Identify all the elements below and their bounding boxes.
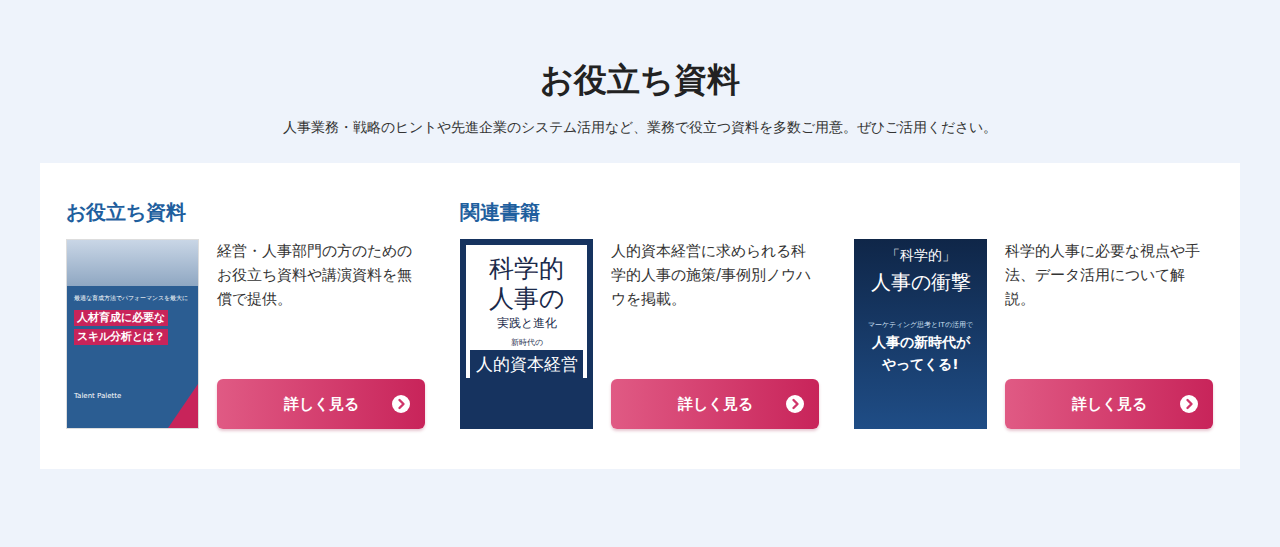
- page: お役立ち資料人事業務・戦略のヒントや先進企業のシステム活用など、業務で役立つ資料…: [0, 0, 1280, 547]
- card-description: 科学的人事に必要な視点や手法、データ活用について解説。: [1005, 239, 1213, 311]
- cover-text: 人的資本経営: [470, 350, 583, 378]
- resources-panel: お役立ち資料最適な育成方法でパフォーマンスを最大に人材育成に必要なスキル分析とは…: [40, 163, 1240, 469]
- details-button[interactable]: 詳しく見る: [217, 379, 425, 429]
- section-title: お役立ち資料: [40, 58, 1240, 102]
- corner-shape: [168, 384, 198, 428]
- cover-text: Talent Palette: [74, 392, 121, 400]
- cover-text: 実践と進化: [497, 315, 557, 331]
- arrow-circle-icon: [785, 394, 805, 414]
- cover-text: 新時代の: [511, 337, 543, 348]
- resource-card: 「科学的」人事の衝撃マーケティング思考とITの活用で人事の新時代がやってくる!科…: [854, 197, 1213, 429]
- cover-photo: [67, 240, 198, 286]
- card-heading: 関連書籍: [460, 197, 819, 227]
- details-button[interactable]: 詳しく見る: [1005, 379, 1213, 429]
- arrow-circle-icon: [391, 394, 411, 414]
- cover-thumbnail[interactable]: 「科学的」人事の衝撃マーケティング思考とITの活用で人事の新時代がやってくる!: [854, 239, 987, 429]
- cover-text: 人事の衝撃: [871, 269, 971, 296]
- cover-text: 人事の: [489, 285, 565, 313]
- resource-card: お役立ち資料最適な育成方法でパフォーマンスを最大に人材育成に必要なスキル分析とは…: [66, 197, 425, 429]
- card-heading: お役立ち資料: [66, 197, 425, 227]
- card-description: 人的資本経営に求められる科学的人事の施策/事例別ノウハウを掲載。: [611, 239, 819, 311]
- cover-thumbnail[interactable]: 科学的人事の実践と進化新時代の人的資本経営: [460, 239, 593, 429]
- cover-text: 「科学的」: [886, 247, 956, 265]
- cover-text: やってくる!: [882, 356, 958, 374]
- resource-card: 関連書籍科学的人事の実践と進化新時代の人的資本経営人的資本経営に求められる科学的…: [460, 197, 819, 429]
- cover-text: スキル分析とは？: [74, 329, 168, 345]
- cover-text: 人事の新時代が: [872, 334, 970, 352]
- cover-text: 科学的: [489, 255, 564, 283]
- cover-text: マーケティング思考とITの活用で: [868, 320, 972, 330]
- arrow-circle-icon: [1179, 394, 1199, 414]
- cover-text: 最適な育成方法でパフォーマンスを最大に: [74, 294, 188, 303]
- section-subtitle: 人事業務・戦略のヒントや先進企業のシステム活用など、業務で役立つ資料を多数ご用意…: [40, 117, 1240, 137]
- cover-thumbnail[interactable]: 最適な育成方法でパフォーマンスを最大に人材育成に必要なスキル分析とは？ Talen…: [66, 239, 199, 429]
- cover-text: 人材育成に必要な: [74, 310, 168, 326]
- card-description: 経営・人事部門の方のためのお役立ち資料や講演資料を無償で提供。: [217, 239, 425, 311]
- details-button[interactable]: 詳しく見る: [611, 379, 819, 429]
